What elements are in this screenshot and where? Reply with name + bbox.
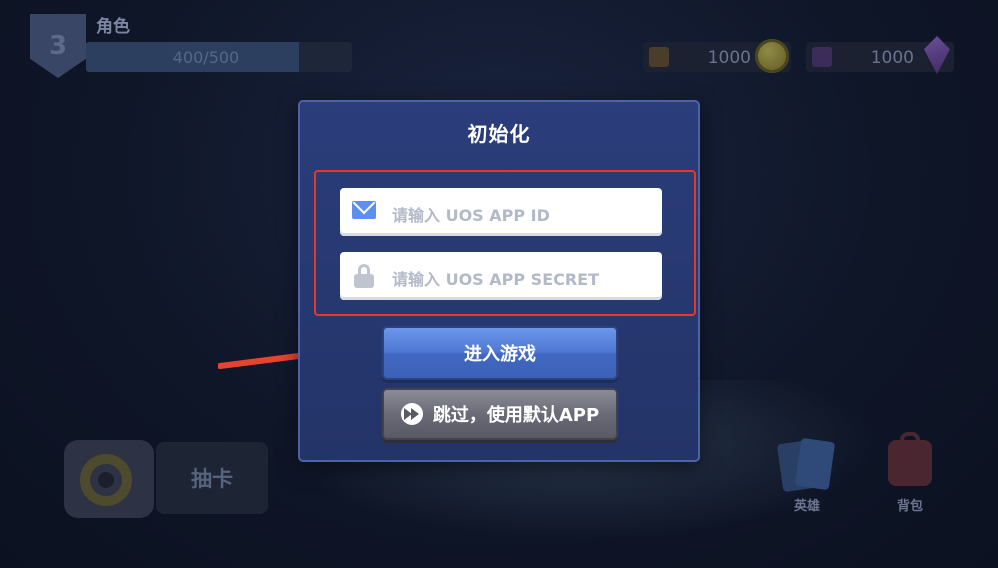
gem-currency: 1000 (806, 36, 954, 74)
gold-shop-icon (649, 47, 669, 67)
gold-value: 1000 (707, 48, 751, 68)
skip-default-app-button[interactable]: 跳过，使用默认APP (382, 388, 618, 440)
enter-game-label: 进入游戏 (464, 344, 536, 365)
gem-shop-icon (812, 47, 832, 67)
app-secret-input[interactable]: 请输入 UOS APP SECRET (340, 252, 662, 300)
coin-icon (755, 39, 789, 73)
enter-game-button[interactable]: 进入游戏 (382, 326, 618, 380)
app-id-placeholder: 请输入 UOS APP ID (392, 206, 550, 225)
hero-nav-label: 英雄 (793, 499, 820, 514)
character-pupil (98, 472, 114, 488)
app-id-input[interactable]: 请输入 UOS APP ID (340, 188, 662, 236)
mail-icon (352, 201, 376, 219)
dialog-title: 初始化 (467, 122, 531, 146)
level-number: 3 (48, 31, 68, 61)
role-label: 角色 (96, 17, 130, 37)
character-portrait (64, 440, 154, 518)
lock-body (354, 274, 374, 288)
init-dialog: 初始化 请输入 UOS APP ID 请输入 UOS APP SECRET 进入… (298, 100, 700, 462)
gold-currency: 1000 (643, 39, 791, 73)
skip-label: 跳过，使用默认APP (432, 405, 600, 426)
level-badge: 3 (30, 14, 86, 78)
hero-nav-button: 英雄 (776, 436, 838, 518)
backpack-icon (888, 440, 932, 486)
app-secret-placeholder: 请输入 UOS APP SECRET (392, 270, 600, 289)
xp-text: 400/500 (172, 48, 240, 67)
gem-icon (924, 36, 950, 74)
gacha-button: 抽卡 (156, 442, 268, 514)
gem-value: 1000 (870, 48, 914, 68)
bag-nav-label: 背包 (896, 499, 923, 514)
bag-nav-button: 背包 (880, 430, 940, 518)
lock-icon (354, 264, 374, 288)
hero-card-icon-2 (794, 437, 836, 491)
fast-forward-icon (400, 403, 423, 425)
